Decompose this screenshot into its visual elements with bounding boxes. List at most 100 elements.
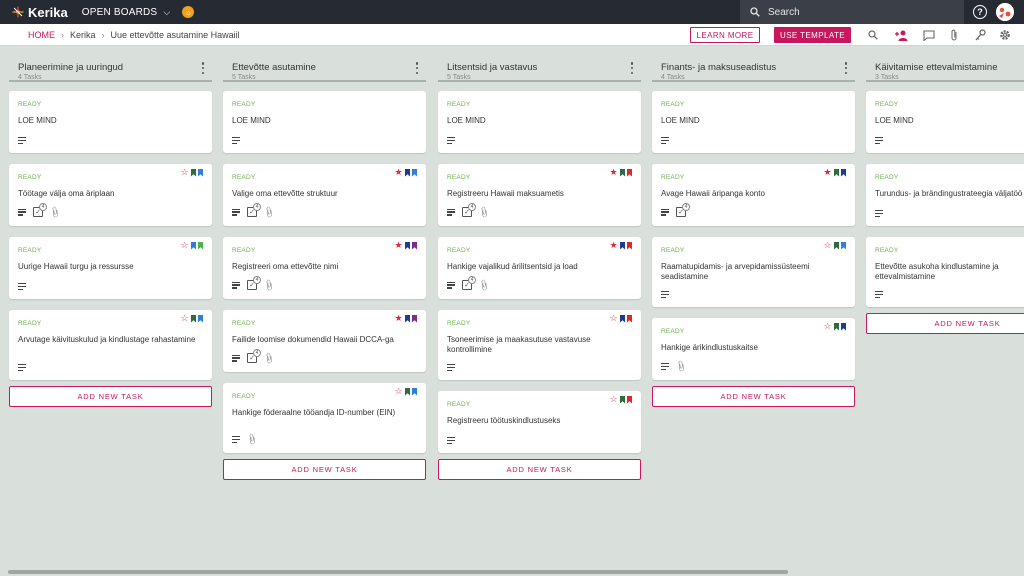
task-card[interactable]: READY Hankige ärikindlustuskaitse ☆ 📎: [652, 318, 855, 380]
star-outline-icon[interactable]: ☆: [823, 322, 832, 331]
key-icon[interactable]: [973, 28, 987, 42]
task-card[interactable]: READY LOE MIND: [652, 91, 855, 153]
add-new-task-button[interactable]: ADD NEW TASK: [866, 313, 1024, 334]
task-card[interactable]: READY Registreeru Hawaii maksuametis ★ ✓ 4 📎: [438, 164, 641, 226]
status-label: READY: [18, 101, 42, 108]
star-outline-icon[interactable]: ☆: [609, 314, 618, 323]
task-card[interactable]: READY Hankige vajalikud ärilitsentsid ja …: [438, 237, 641, 299]
column-title[interactable]: Ettevõtte asutamine: [232, 56, 426, 73]
horizontal-scrollbar[interactable]: [8, 570, 788, 574]
status-label: READY: [661, 247, 685, 254]
task-card[interactable]: READY LOE MIND: [223, 91, 426, 153]
column-task-count: 4 Tasks: [18, 74, 42, 81]
attachment-icon[interactable]: [947, 28, 961, 42]
search-icon[interactable]: [866, 28, 880, 42]
star-filled-icon[interactable]: ★: [394, 314, 403, 323]
task-title: Raamatupidamis- ja arvepidamissüsteemi s…: [661, 262, 810, 281]
task-card[interactable]: READY Ettevõtte asukoha kindlustamine ja …: [866, 237, 1024, 307]
task-card[interactable]: READY Uurige Hawaii turgu ja ressursse ☆: [9, 237, 212, 299]
bookmark-icon: [627, 314, 632, 323]
star-outline-icon[interactable]: ☆: [609, 395, 618, 404]
column-header: Finants- ja maksuseadistus 4 Tasks: [652, 56, 855, 82]
description-icon: [875, 137, 883, 144]
star-filled-icon[interactable]: ★: [609, 168, 618, 177]
description-icon: [875, 291, 883, 298]
avatar[interactable]: [996, 3, 1014, 21]
bookmark-icon: [620, 168, 625, 177]
task-meta-icons: [447, 437, 455, 444]
checklist-count: 4: [468, 203, 476, 211]
add-person-icon[interactable]: [895, 28, 909, 42]
task-card[interactable]: READY Valige oma ettevõtte struktuur ★ ✓ 4 📎: [223, 164, 426, 226]
column-title[interactable]: Litsentsid ja vastavus: [447, 56, 641, 73]
task-title: Tsoneerimise ja maakasutuse vastavuse ko…: [447, 335, 591, 354]
task-meta-icons: [18, 137, 26, 144]
checklist-icon: ✓ 4: [247, 203, 261, 217]
task-card[interactable]: READY Registreeru töötuskindlustuseks ☆: [438, 391, 641, 453]
star-outline-icon[interactable]: ☆: [180, 241, 189, 250]
gear-icon[interactable]: [998, 28, 1012, 42]
bookmark-icon: [412, 314, 417, 323]
more-vertical-icon[interactable]: [629, 62, 635, 74]
task-flags: ☆: [180, 241, 203, 250]
use-template-button[interactable]: USE TEMPLATE: [774, 27, 851, 43]
bookmark-icon: [620, 395, 625, 404]
task-title: Avage Hawaii äripanga konto: [661, 189, 765, 198]
more-vertical-icon[interactable]: [414, 62, 420, 74]
breadcrumb-home[interactable]: HOME: [28, 30, 55, 40]
star-filled-icon[interactable]: ★: [394, 168, 403, 177]
task-card[interactable]: READY LOE MIND: [438, 91, 641, 153]
task-card[interactable]: READY Töötage välja oma äriplaan ☆ ✓ 4 📎: [9, 164, 212, 226]
more-vertical-icon[interactable]: [843, 62, 849, 74]
add-new-task-button[interactable]: ADD NEW TASK: [223, 459, 426, 480]
task-card[interactable]: READY Turundus- ja brändingustrateegia vä…: [866, 164, 1024, 226]
task-title: LOE MIND: [875, 116, 914, 125]
status-label: READY: [447, 101, 471, 108]
add-new-task-button[interactable]: ADD NEW TASK: [652, 386, 855, 407]
task-card[interactable]: READY Arvutage käivituskulud ja kindlusta…: [9, 310, 212, 380]
bookmark-icon: [405, 387, 410, 396]
task-card[interactable]: READY Tsoneerimise ja maakasutuse vastavu…: [438, 310, 641, 380]
breadcrumb-org[interactable]: Kerika: [70, 30, 96, 40]
task-card[interactable]: READY LOE MIND: [9, 91, 212, 153]
learn-more-button[interactable]: LEARN MORE: [690, 27, 760, 43]
task-card[interactable]: READY Failide loomise dokumendid Hawaii D…: [223, 310, 426, 372]
open-boards-menu[interactable]: OPEN BOARDS ⌵: [82, 7, 171, 18]
board-column: Ettevõtte asutamine 5 Tasks READY LOE MIND R…: [223, 56, 426, 480]
task-card[interactable]: READY Avage Hawaii äripanga konto ★ ✓ 4: [652, 164, 855, 226]
task-meta-icons: ✓ 4 📎: [232, 203, 276, 219]
task-card[interactable]: READY LOE MIND: [866, 91, 1024, 153]
checklist-count: 4: [253, 203, 261, 211]
task-card[interactable]: READY Raamatupidamis- ja arvepidamissüste…: [652, 237, 855, 307]
description-icon: [875, 210, 883, 217]
sun-icon[interactable]: ☼: [182, 6, 195, 18]
board-column: Litsentsid ja vastavus 5 Tasks READY LOE MI…: [438, 56, 641, 480]
task-flags: ☆: [394, 387, 417, 396]
column-title[interactable]: Finants- ja maksuseadistus: [661, 56, 855, 73]
column-title[interactable]: Planeerimine ja uuringud: [18, 56, 212, 73]
add-new-task-button[interactable]: ADD NEW TASK: [438, 459, 641, 480]
task-meta-icons: [447, 137, 455, 144]
star-outline-icon[interactable]: ☆: [394, 387, 403, 396]
more-vertical-icon[interactable]: [200, 62, 206, 74]
star-outline-icon[interactable]: ☆: [180, 168, 189, 177]
add-new-task-button[interactable]: ADD NEW TASK: [9, 386, 212, 407]
status-label: READY: [661, 101, 685, 108]
star-filled-icon[interactable]: ★: [823, 168, 832, 177]
chat-icon[interactable]: [922, 28, 936, 42]
star-outline-icon[interactable]: ☆: [823, 241, 832, 250]
bookmark-icon: [198, 314, 203, 323]
star-filled-icon[interactable]: ★: [394, 241, 403, 250]
task-card[interactable]: READY Hankige föderaalne tööandja ID-numb…: [223, 383, 426, 453]
search-box[interactable]: Search: [740, 0, 964, 24]
help-icon[interactable]: ?: [973, 5, 987, 19]
kerika-logo[interactable]: Kerika: [12, 5, 68, 20]
bookmark-icon: [841, 322, 846, 331]
column-title[interactable]: Käivitamise ettevalmistamine: [875, 56, 1024, 73]
star-filled-icon[interactable]: ★: [609, 241, 618, 250]
task-card[interactable]: READY Registreeri oma ettevõtte nimi ★ ✓ 4 📎: [223, 237, 426, 299]
star-outline-icon[interactable]: ☆: [180, 314, 189, 323]
task-meta-icons: ✓ 4 📎: [447, 276, 491, 292]
attachment-icon: 📎: [245, 432, 259, 447]
task-meta-icons: ✓ 4 📎: [232, 276, 276, 292]
